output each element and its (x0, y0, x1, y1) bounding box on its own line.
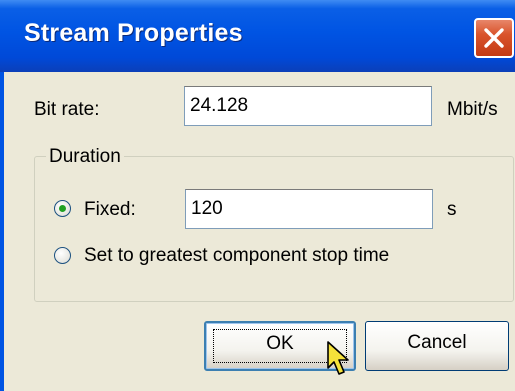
bit-rate-label: Bit rate: (34, 99, 100, 120)
bit-rate-unit: Mbit/s (447, 99, 498, 120)
fixed-label[interactable]: Fixed: (84, 199, 136, 221)
cancel-button[interactable]: Cancel (365, 321, 509, 371)
greatest-stop-time-label[interactable]: Set to greatest component stop time (84, 245, 389, 267)
dialog-body: Bit rate: Mbit/s Duration Fixed: s Set t… (0, 72, 515, 391)
greatest-stop-time-radio[interactable] (54, 247, 71, 264)
duration-groupbox (34, 156, 514, 302)
ok-button[interactable]: OK (204, 321, 356, 371)
cancel-button-label: Cancel (407, 332, 467, 353)
fixed-radio[interactable] (54, 200, 71, 217)
fixed-duration-input[interactable] (185, 189, 433, 229)
fixed-duration-unit: s (447, 199, 457, 220)
stream-properties-dialog: Stream Properties Bit rate: Mbit/s Durat… (0, 0, 515, 391)
close-button[interactable] (474, 18, 514, 58)
close-icon (484, 28, 504, 48)
radio-selected-dot (59, 205, 66, 212)
bit-rate-input[interactable] (184, 86, 432, 126)
ok-button-label: OK (266, 333, 294, 354)
duration-group-label: Duration (46, 146, 124, 168)
title-bar[interactable]: Stream Properties (0, 0, 515, 72)
dialog-title: Stream Properties (24, 19, 243, 47)
